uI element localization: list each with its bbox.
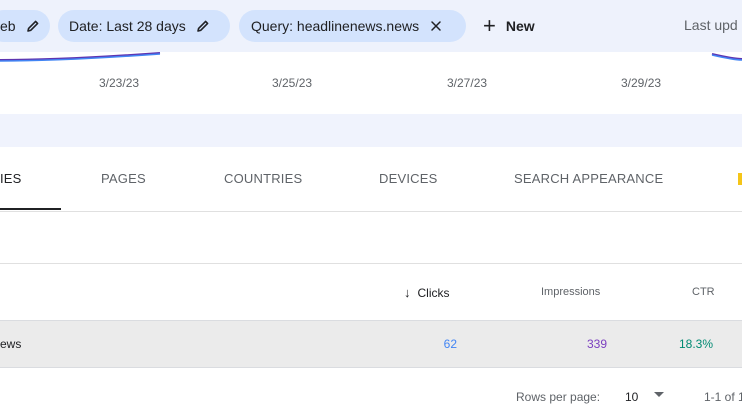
arrow-down-icon: ↓: [404, 285, 411, 300]
filter-chip-query[interactable]: Query: headlinenews.news: [239, 10, 466, 42]
x-tick-label: 3/23/23: [99, 76, 140, 90]
cell-impressions: 339: [586, 337, 607, 351]
dimension-tabs: IES PAGES COUNTRIES DEVICES SEARCH APPEA…: [0, 147, 742, 212]
tab-queries[interactable]: IES: [0, 171, 22, 186]
new-filter-label: New: [505, 18, 535, 34]
active-tab-indicator: [0, 208, 61, 210]
column-header-impressions[interactable]: Impressions: [541, 286, 600, 298]
cell-query: ews: [0, 337, 22, 351]
pagination: Rows per page: 10 1-1 of 1: [0, 384, 742, 410]
pencil-icon[interactable]: [24, 17, 42, 35]
close-icon[interactable]: [427, 17, 445, 35]
x-tick-label: 3/29/23: [621, 76, 662, 90]
pagination-range: 1-1 of 1: [704, 390, 742, 404]
tab-countries[interactable]: COUNTRIES: [224, 171, 302, 186]
rows-per-page-label: Rows per page:: [516, 390, 601, 404]
column-header-ctr[interactable]: CTR: [692, 286, 715, 298]
rows-per-page-select[interactable]: 10: [625, 390, 638, 404]
filter-chip-label: Date: Last 28 days: [69, 18, 186, 34]
filter-bar: eb Date: Last 28 days Query: headlinenew…: [0, 0, 742, 52]
tab-search-appearance[interactable]: SEARCH APPEARANCE: [514, 171, 663, 186]
table-header: ↓ Clicks Impressions CTR: [0, 264, 742, 320]
x-tick-label: 3/27/23: [447, 76, 488, 90]
filter-chip-label: Query: headlinenews.news: [251, 18, 420, 34]
tab-pages[interactable]: PAGES: [101, 171, 146, 186]
filter-chip-date[interactable]: Date: Last 28 days: [58, 10, 230, 42]
last-updated-text: Last upd: [684, 17, 738, 33]
plus-icon: +: [483, 13, 496, 38]
chart-footer-band: [0, 114, 742, 147]
pencil-icon[interactable]: [194, 17, 212, 35]
column-header-label: Clicks: [417, 286, 450, 300]
table-row[interactable]: ews 62 339 18.3%: [0, 320, 742, 368]
tab-dates-cut[interactable]: [738, 173, 742, 185]
filter-chip-label: eb: [0, 18, 16, 34]
column-header-clicks[interactable]: ↓ Clicks: [404, 285, 450, 300]
chart-lines: [0, 52, 742, 62]
new-filter-button[interactable]: + New: [483, 10, 535, 42]
x-tick-label: 3/25/23: [272, 76, 313, 90]
cell-clicks: 62: [443, 337, 457, 351]
performance-chart: 3/23/23 3/25/23 3/27/23 3/29/23: [0, 52, 742, 114]
cell-ctr: 18.3%: [679, 337, 714, 351]
dropdown-caret-icon[interactable]: [654, 392, 664, 397]
filter-chip-search-type[interactable]: eb: [0, 10, 50, 42]
tab-devices[interactable]: DEVICES: [379, 171, 437, 186]
clicks-line-right: [711, 54, 742, 61]
